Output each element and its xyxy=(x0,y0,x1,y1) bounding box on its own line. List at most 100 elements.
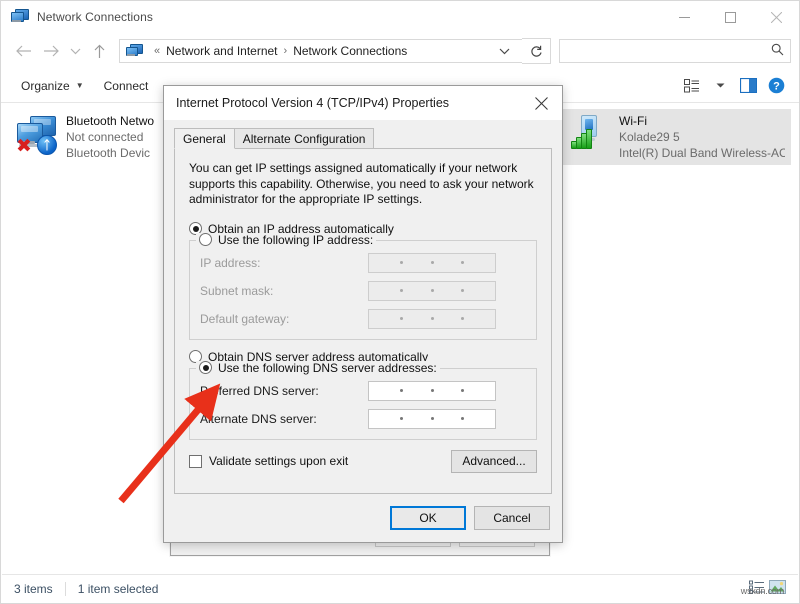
close-icon[interactable] xyxy=(520,86,562,120)
tab-alternate-configuration[interactable]: Alternate Configuration xyxy=(234,128,375,149)
field-alternate-dns: Alternate DNS server: xyxy=(200,409,526,429)
dot-separator-icon xyxy=(461,289,464,292)
breadcrumb-item-network-and-internet[interactable]: Network and Internet xyxy=(166,44,277,58)
connection-name: Bluetooth Netwo xyxy=(66,113,154,129)
window-controls xyxy=(661,1,799,33)
tab-general[interactable]: General xyxy=(174,128,235,149)
radio-use-following-dns[interactable]: Use the following DNS server addresses: xyxy=(196,361,440,375)
dot-separator-icon xyxy=(400,389,403,392)
field-label: IP address: xyxy=(200,256,368,270)
field-label: Subnet mask: xyxy=(200,284,368,298)
breadcrumb[interactable]: « Network and Internet › Network Connect… xyxy=(119,39,523,63)
dot-separator-icon xyxy=(400,261,403,264)
dot-separator-icon xyxy=(461,417,464,420)
preferred-dns-input[interactable] xyxy=(368,381,496,401)
ok-button[interactable]: OK xyxy=(390,506,466,530)
field-subnet-mask: Subnet mask: xyxy=(200,281,526,301)
status-divider xyxy=(65,582,66,596)
dialog-tabs: General Alternate Configuration xyxy=(174,128,373,149)
dot-separator-icon xyxy=(461,317,464,320)
preview-pane-icon[interactable] xyxy=(735,74,761,98)
connection-device: Bluetooth Devic xyxy=(66,145,154,161)
field-label: Preferred DNS server: xyxy=(200,384,368,398)
up-icon[interactable] xyxy=(85,37,113,65)
search-input[interactable] xyxy=(566,43,767,59)
bluetooth-network-icon: ᛏ ✖ xyxy=(14,113,60,155)
dot-separator-icon xyxy=(461,261,464,264)
selection-label: 1 item selected xyxy=(78,582,159,596)
ip-address-input xyxy=(368,253,496,273)
dot-separator-icon xyxy=(400,289,403,292)
validate-settings-checkbox[interactable] xyxy=(189,455,202,468)
cancel-button[interactable]: Cancel xyxy=(474,506,550,530)
dns-server-group: Use the following DNS server addresses: … xyxy=(189,368,537,440)
connect-button[interactable]: Connect xyxy=(94,79,159,93)
validate-row: Validate settings upon exit Advanced... xyxy=(189,450,537,473)
ipv4-properties-dialog: Internet Protocol Version 4 (TCP/IPv4) P… xyxy=(163,85,563,543)
radio-button-icon[interactable] xyxy=(199,233,212,246)
network-connections-icon xyxy=(11,8,29,26)
dialog-title: Internet Protocol Version 4 (TCP/IPv4) P… xyxy=(176,96,449,110)
organize-label: Organize xyxy=(21,79,70,93)
radio-use-following-ip[interactable]: Use the following IP address: xyxy=(196,233,376,247)
svg-text:?: ? xyxy=(773,81,780,93)
validate-settings-label: Validate settings upon exit xyxy=(209,454,348,468)
change-view-icon[interactable] xyxy=(679,74,705,98)
general-tab-panel: You can get IP settings assigned automat… xyxy=(174,148,552,494)
list-item-bluetooth[interactable]: ᛏ ✖ Bluetooth Netwo Not connected Blueto… xyxy=(10,109,186,165)
radio-label: Use the following IP address: xyxy=(218,233,373,247)
intro-text: You can get IP settings assigned automat… xyxy=(189,161,537,208)
title-bar: Network Connections xyxy=(1,1,799,33)
dot-separator-icon xyxy=(431,417,434,420)
breadcrumb-overflow-icon[interactable]: « xyxy=(154,45,160,57)
advanced-button[interactable]: Advanced... xyxy=(451,450,537,473)
signal-bars-icon xyxy=(571,129,595,149)
dialog-title-bar: Internet Protocol Version 4 (TCP/IPv4) P… xyxy=(164,86,562,120)
forward-icon[interactable] xyxy=(37,37,65,65)
dot-separator-icon xyxy=(461,389,464,392)
back-icon[interactable] xyxy=(9,37,37,65)
field-ip-address: IP address: xyxy=(200,253,526,273)
window-title: Network Connections xyxy=(37,10,153,24)
search-icon[interactable] xyxy=(771,43,784,59)
connection-name: Wi-Fi xyxy=(619,113,785,129)
breadcrumb-separator-icon: › xyxy=(284,45,288,57)
connection-device: Intel(R) Dual Band Wireless-AC 82... xyxy=(619,145,785,161)
organize-button[interactable]: Organize ▼ xyxy=(11,79,94,93)
help-icon[interactable]: ? xyxy=(763,74,789,98)
subnet-mask-input xyxy=(368,281,496,301)
change-view-caret-down-icon[interactable] xyxy=(707,74,733,98)
wifi-icon xyxy=(567,113,613,155)
dot-separator-icon xyxy=(400,317,403,320)
radio-label: Use the following DNS server addresses: xyxy=(218,361,437,375)
field-label: Default gateway: xyxy=(200,312,368,326)
field-preferred-dns: Preferred DNS server: xyxy=(200,381,526,401)
list-item-wifi[interactable]: Wi-Fi Kolade29 5 Intel(R) Dual Band Wire… xyxy=(563,109,791,165)
maximize-icon[interactable] xyxy=(707,1,753,33)
watermark-label: wsxdn.com xyxy=(741,586,784,596)
bluetooth-badge-icon: ᛏ xyxy=(37,135,57,155)
dot-separator-icon xyxy=(431,289,434,292)
breadcrumb-item-network-connections[interactable]: Network Connections xyxy=(293,44,407,58)
organize-caret-down-icon: ▼ xyxy=(76,81,84,90)
dot-separator-icon xyxy=(431,389,434,392)
radio-button-icon[interactable] xyxy=(199,361,212,374)
ip-address-group: Use the following IP address: IP address… xyxy=(189,240,537,340)
breadcrumb-chevron-down-icon[interactable] xyxy=(493,44,516,58)
connection-status: Kolade29 5 xyxy=(619,129,785,145)
dialog-body: General Alternate Configuration You can … xyxy=(164,120,562,542)
status-view-buttons: wsxdn.com xyxy=(749,580,786,597)
breadcrumb-network-icon xyxy=(126,44,142,58)
field-default-gateway: Default gateway: xyxy=(200,309,526,329)
search-box[interactable] xyxy=(559,39,791,63)
alternate-dns-input[interactable] xyxy=(368,409,496,429)
connect-label: Connect xyxy=(104,79,149,93)
minimize-icon[interactable] xyxy=(661,1,707,33)
default-gateway-input xyxy=(368,309,496,329)
status-bar: 3 items 1 item selected xyxy=(2,574,798,602)
disconnected-x-icon: ✖ xyxy=(15,137,33,155)
dialog-buttons: OK Cancel xyxy=(390,506,550,530)
close-icon[interactable] xyxy=(753,1,799,33)
refresh-icon[interactable] xyxy=(522,38,551,64)
recent-locations-chevron-down-icon[interactable] xyxy=(65,37,85,65)
